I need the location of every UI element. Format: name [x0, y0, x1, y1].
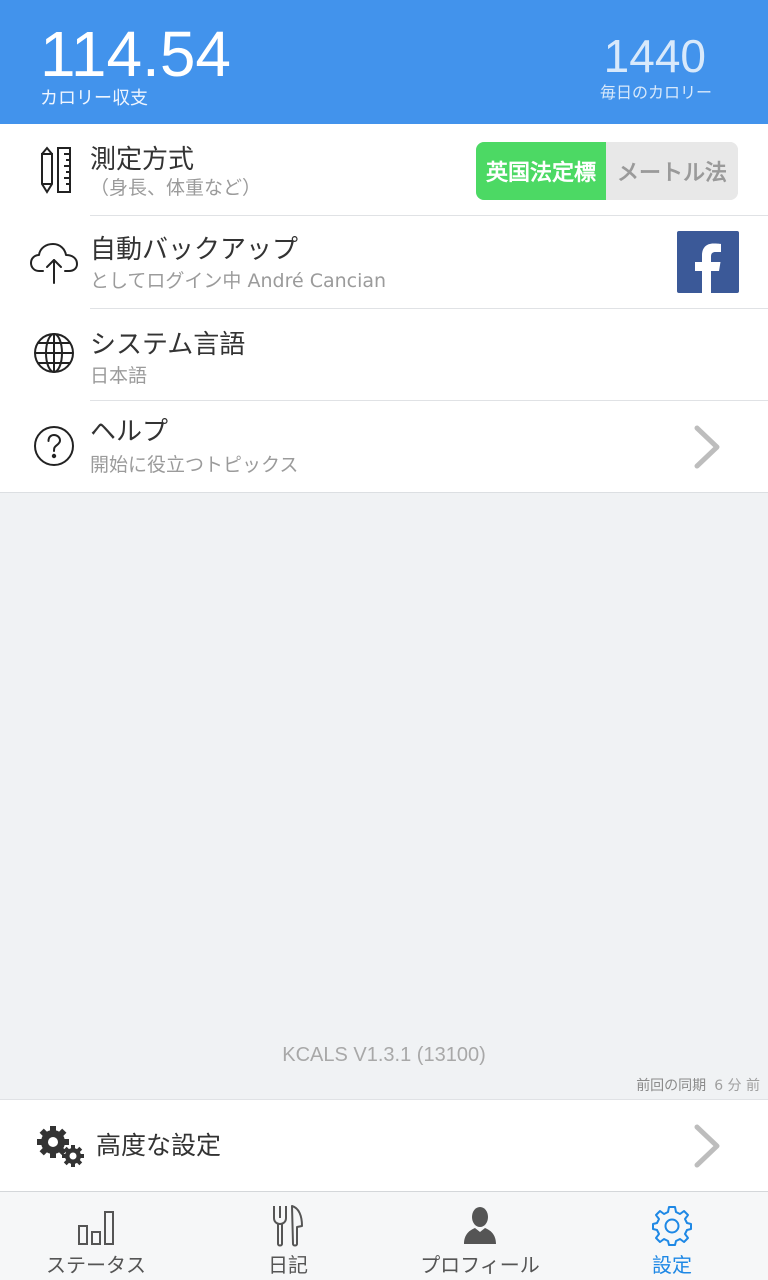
nav-label-settings: 設定: [652, 1253, 692, 1277]
nav-label-status: ステータス: [46, 1253, 146, 1277]
fork-knife-icon: [266, 1204, 310, 1248]
measurement-subtitle: （身長、体重など）: [90, 177, 262, 199]
gear-icon: [650, 1204, 694, 1248]
app-version: KCALS V1.3.1 (13100): [282, 1044, 486, 1066]
help-title: ヘルプ: [90, 417, 169, 447]
sync-label: 前回の同期: [636, 1078, 707, 1094]
language-title: システム言語: [90, 330, 246, 360]
backup-subtitle: としてログイン中 André Cancian: [90, 270, 387, 292]
nav-item-settings[interactable]: 設定: [576, 1192, 768, 1280]
person-icon: [458, 1204, 502, 1248]
calorie-balance-label: カロリー収支: [40, 88, 148, 109]
divider: [90, 215, 768, 216]
language-row[interactable]: システム言語 日本語: [0, 309, 768, 401]
ruler-pencil-icon: [28, 144, 80, 196]
settings-list: 測定方式 （身長、体重など） 英国法定標 メートル法 自動バックアップ としてロ…: [0, 124, 768, 493]
facebook-icon[interactable]: [677, 231, 739, 293]
unit-option-metric[interactable]: メートル法: [606, 142, 738, 200]
sync-status: 前回の同期 6 分 前: [636, 1075, 760, 1095]
backup-row[interactable]: 自動バックアップ としてログイン中 André Cancian: [0, 217, 768, 309]
daily-calories-value: 1440: [603, 30, 706, 82]
calorie-header: 114.54 カロリー収支 1440 毎日のカロリー: [0, 0, 768, 124]
measurement-title: 測定方式: [90, 145, 195, 175]
measurement-row: 測定方式 （身長、体重など） 英国法定標 メートル法: [0, 124, 768, 216]
nav-label-profile: プロフィール: [420, 1253, 540, 1277]
gears-icon: [34, 1122, 86, 1170]
chevron-right-icon: [688, 1118, 728, 1174]
advanced-settings-row[interactable]: 高度な設定: [0, 1099, 768, 1191]
bar-chart-icon: [74, 1204, 118, 1248]
nav-item-profile[interactable]: プロフィール: [384, 1192, 576, 1280]
backup-title: 自動バックアップ: [90, 235, 299, 265]
unit-option-imperial[interactable]: 英国法定標: [476, 142, 606, 200]
unit-toggle[interactable]: 英国法定標 メートル法: [476, 142, 738, 200]
question-icon: [28, 420, 80, 472]
calorie-balance-value: 114.54: [40, 18, 231, 90]
nav-label-diary: 日記: [268, 1253, 308, 1277]
help-subtitle: 開始に役立つトピックス: [90, 454, 299, 476]
globe-icon: [28, 327, 80, 379]
language-subtitle: 日本語: [90, 365, 148, 387]
help-row[interactable]: ヘルプ 開始に役立つトピックス: [0, 401, 768, 493]
cloud-upload-icon: [28, 237, 80, 289]
advanced-settings-label: 高度な設定: [96, 1131, 222, 1160]
daily-calories-label: 毎日のカロリー: [599, 83, 712, 102]
nav-item-status[interactable]: ステータス: [0, 1192, 192, 1280]
sync-time: 6 分 前: [714, 1078, 760, 1094]
chevron-right-icon: [688, 419, 728, 475]
bottom-nav: ステータス 日記 プロフィール 設定: [0, 1191, 768, 1280]
nav-item-diary[interactable]: 日記: [192, 1192, 384, 1280]
